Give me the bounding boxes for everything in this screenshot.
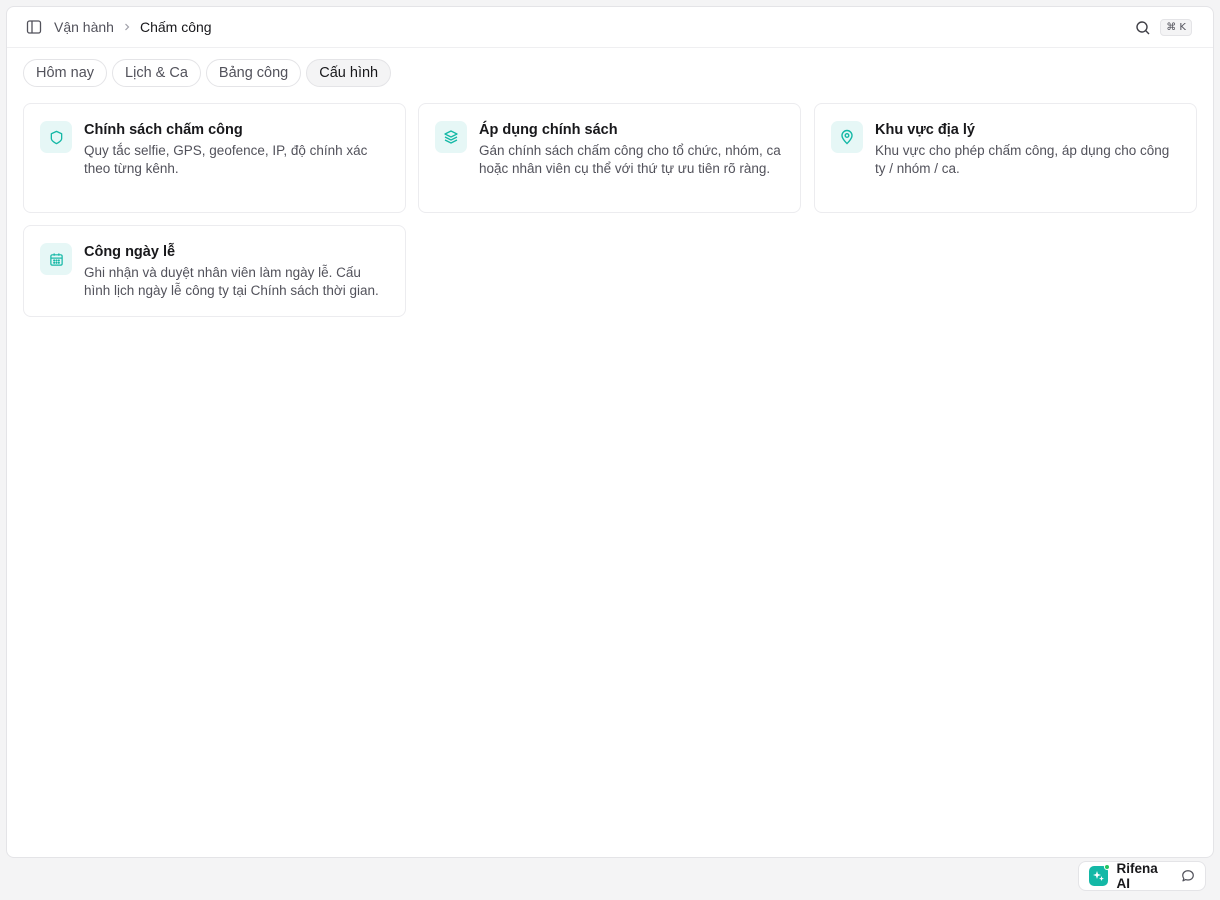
card-title: Chính sách chấm công [84,122,243,138]
card-geo-zones[interactable]: Khu vực địa lý Khu vực cho phép chấm côn… [814,103,1197,213]
tab-schedule-shift[interactable]: Lịch & Ca [112,59,201,87]
sidebar-toggle-icon[interactable] [23,16,45,38]
chat-bubble-icon [1181,869,1195,883]
card-description: Quy tắc selfie, GPS, geofence, IP, độ ch… [84,143,368,176]
shield-icon [40,121,72,153]
breadcrumb-parent[interactable]: Vận hành [54,19,114,35]
card-title: Khu vực địa lý [875,122,975,138]
sparkle-icon [1089,864,1111,886]
search-shortcut: ⌘ K [1160,19,1192,36]
calendar-icon [40,243,72,275]
card-description: Gán chính sách chấm công cho tổ chức, nh… [479,143,781,176]
card-apply-policy[interactable]: Áp dụng chính sách Gán chính sách chấm c… [418,103,801,213]
ai-assistant-label: Rifena AI [1116,861,1158,891]
breadcrumb-current: Chấm công [139,19,212,35]
tab-bar: Hôm nay Lịch & Ca Bảng công Cấu hình [23,59,392,87]
card-title: Áp dụng chính sách [479,122,618,138]
app-window: Vận hành Chấm công ⌘ K Hôm nay Lịch & Ca… [6,6,1214,858]
tab-settings[interactable]: Cấu hình [306,59,392,87]
top-bar: Vận hành Chấm công ⌘ K [7,7,1213,48]
breadcrumb: Vận hành Chấm công [54,19,212,35]
card-description: Khu vực cho phép chấm công, áp dụng cho … [875,143,1170,176]
chevron-right-icon [123,23,131,31]
layers-icon [435,121,467,153]
card-attendance-policy[interactable]: Chính sách chấm công Quy tắc selfie, GPS… [23,103,406,213]
card-title: Công ngày lễ [84,244,176,260]
card-holiday-work[interactable]: Công ngày lễ Ghi nhận và duyệt nhân viên… [23,225,406,317]
card-description: Ghi nhận và duyệt nhân viên làm ngày lễ.… [84,265,379,298]
tab-timesheet[interactable]: Bảng công [205,59,302,87]
tab-today[interactable]: Hôm nay [23,59,108,87]
search-icon[interactable] [1132,17,1154,39]
ai-assistant-button[interactable]: Rifena AI [1078,861,1206,891]
map-pin-icon [831,121,863,153]
status-dot [1104,864,1111,870]
